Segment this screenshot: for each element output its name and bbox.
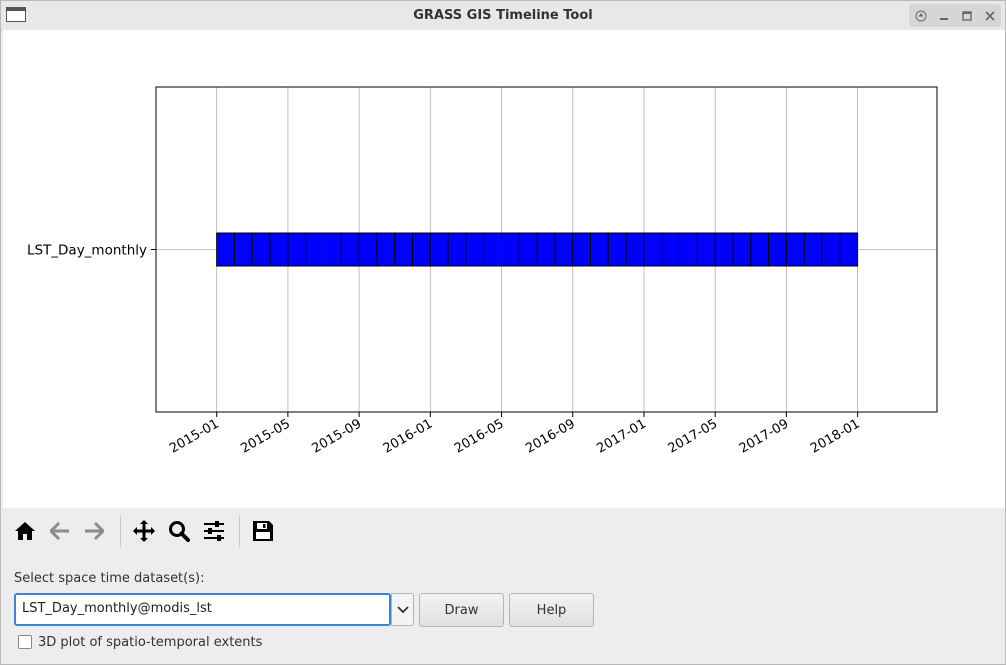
window-controls — [909, 4, 1001, 27]
plot-toolbar — [1, 511, 301, 551]
timeline-interval-bar — [572, 232, 592, 267]
timeline-interval-bar — [803, 232, 823, 267]
timeline-interval-bar — [269, 232, 289, 267]
timeline-interval-bar — [465, 232, 485, 267]
minimize-icon[interactable] — [936, 8, 952, 24]
timeline-tool-window: GRASS GIS Timeline Tool 2015-01 2015-05 20… — [0, 0, 1006, 665]
timeline-chart: 2015-01 2015-05 2015-09 2016-01 2016-05 2016-… — [27, 86, 938, 457]
plot3d-checkbox-label[interactable]: 3D plot of spatio-temporal extents — [38, 635, 262, 650]
toolbar-separator — [239, 515, 240, 547]
chevron-down-icon[interactable] — [391, 593, 414, 626]
x-tick-label: 2015-09 — [310, 416, 365, 456]
x-tick-label: 2017-01 — [594, 416, 649, 456]
timeline-bars — [216, 232, 859, 267]
timeline-interval-bar — [536, 232, 556, 267]
forward-icon[interactable] — [80, 517, 108, 545]
help-button[interactable]: Help — [509, 593, 594, 627]
draw-button[interactable]: Draw — [419, 593, 504, 627]
timeline-interval-bar — [216, 232, 235, 267]
timeline-interval-bar — [501, 232, 520, 267]
x-tick-label: 2016-01 — [381, 416, 436, 456]
timeline-interval-bar — [625, 232, 645, 267]
timeline-interval-bar — [732, 232, 752, 267]
close-icon[interactable] — [982, 8, 998, 24]
timeline-interval-bar — [696, 232, 716, 267]
timeline-interval-bar — [251, 232, 271, 267]
timeline-interval-bar — [590, 232, 609, 267]
timeline-interval-bar — [447, 232, 467, 267]
x-tick-label: 2016-09 — [523, 416, 578, 456]
save-icon[interactable] — [249, 517, 277, 545]
x-tick-label: 2017-05 — [666, 416, 721, 456]
timeline-interval-bar — [750, 232, 770, 267]
timeline-interval-bar — [394, 232, 414, 267]
timeline-interval-bar — [607, 232, 627, 267]
timeline-interval-bar — [554, 232, 574, 267]
timeline-interval-bar — [429, 232, 449, 267]
timeline-interval-bar — [323, 232, 342, 267]
timeline-interval-bar — [412, 232, 431, 267]
timeline-interval-bar — [821, 232, 841, 267]
timeline-interval-bar — [643, 232, 663, 267]
timeline-interval-bar — [518, 232, 538, 267]
configure-subplots-icon[interactable] — [200, 517, 228, 545]
timeline-interval-bar — [714, 232, 734, 267]
title-bar: GRASS GIS Timeline Tool — [1, 1, 1005, 31]
window-title: GRASS GIS Timeline Tool — [413, 8, 593, 23]
timeline-interval-bar — [768, 232, 787, 267]
x-tick-label: 2015-01 — [167, 416, 222, 456]
timeline-interval-bar — [679, 232, 698, 267]
zoom-icon[interactable] — [165, 517, 193, 545]
timeline-interval-bar — [661, 232, 681, 267]
up-icon[interactable] — [913, 8, 929, 24]
timeline-interval-bar — [839, 232, 859, 267]
back-icon[interactable] — [46, 517, 74, 545]
timeline-interval-bar — [785, 232, 805, 267]
timeline-interval-bar — [358, 232, 378, 267]
maximize-icon[interactable] — [959, 8, 975, 24]
y-tick-label: LST_Day_monthly — [27, 243, 147, 259]
x-tick-label: 2017-09 — [737, 416, 792, 456]
x-tick-label: 2016-05 — [452, 416, 507, 456]
dataset-input[interactable] — [22, 601, 382, 616]
plot3d-checkbox[interactable] — [18, 635, 32, 649]
timeline-interval-bar — [376, 232, 396, 267]
x-tick-label: 2018-01 — [808, 416, 863, 456]
plot3d-option: 3D plot of spatio-temporal extents — [18, 633, 262, 651]
timeline-plot-canvas[interactable]: 2015-01 2015-05 2015-09 2016-01 2016-05 2016-… — [3, 30, 1005, 508]
x-tick-label: 2015-05 — [238, 416, 293, 456]
home-icon[interactable] — [11, 517, 39, 545]
timeline-interval-bar — [287, 232, 307, 267]
dataset-combobox[interactable] — [14, 593, 391, 626]
x-axis-ticks: 2015-01 2015-05 2015-09 2016-01 2016-05 2016-… — [167, 412, 863, 457]
dataset-select-label: Select space time dataset(s): — [14, 571, 205, 586]
timeline-interval-bar — [483, 232, 503, 267]
toolbar-separator — [120, 515, 121, 547]
timeline-interval-bar — [340, 232, 360, 267]
timeline-interval-bar — [233, 232, 253, 267]
pan-icon[interactable] — [130, 517, 158, 545]
timeline-interval-bar — [305, 232, 325, 267]
